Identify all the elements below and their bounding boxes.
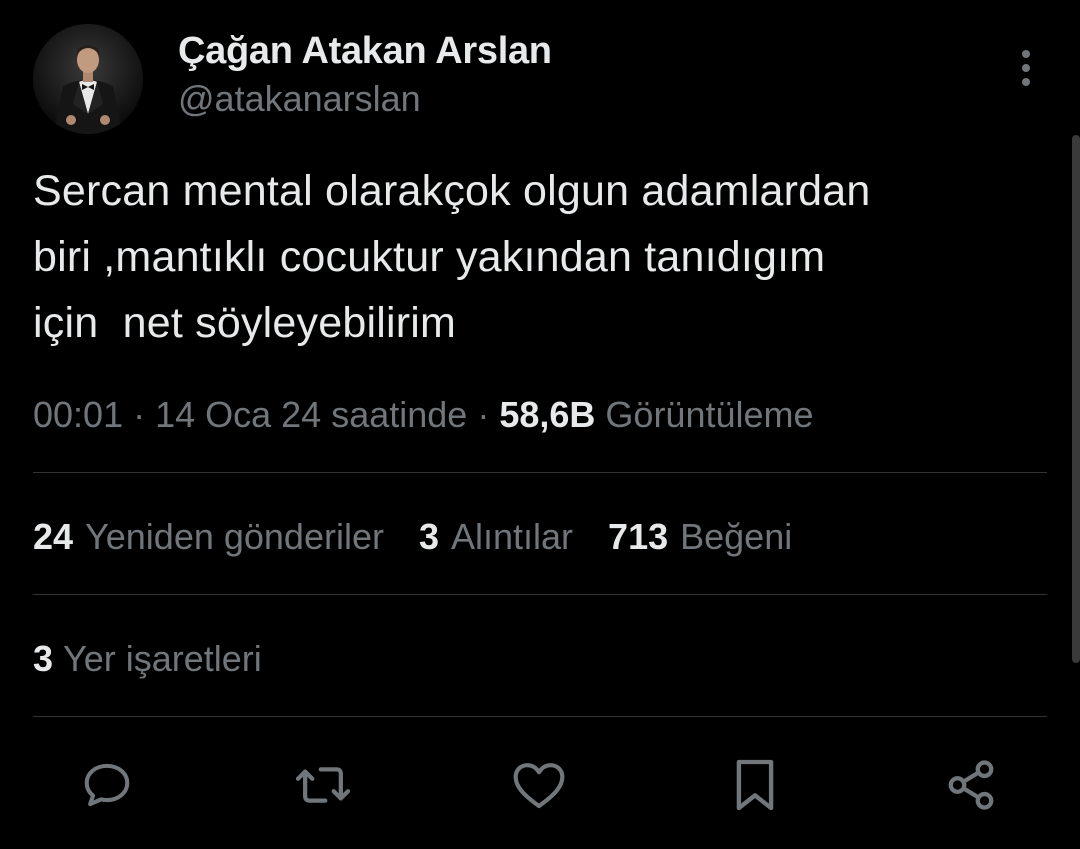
bookmarks-count: 3 bbox=[33, 638, 54, 679]
likes-label: Beğeni bbox=[680, 516, 793, 557]
divider bbox=[33, 716, 1047, 717]
quotes-count: 3 bbox=[418, 516, 439, 557]
user-info: Çağan Atakan Arslan @atakanarslan bbox=[178, 26, 552, 122]
reply-button[interactable] bbox=[74, 752, 140, 818]
bookmarks-label: Yer işaretleri bbox=[63, 638, 262, 679]
like-icon bbox=[513, 763, 565, 809]
tweet-date[interactable]: 14 Oca 24 saatinde bbox=[155, 394, 467, 435]
scrollbar[interactable] bbox=[1072, 135, 1080, 663]
quotes-label: Alıntılar bbox=[451, 516, 574, 557]
views-label: Görüntüleme bbox=[605, 394, 814, 435]
tweet-text: Sercan mental olarakçok olgun adamlardan… bbox=[33, 167, 871, 347]
quotes-stat[interactable]: 3 Alıntılar bbox=[419, 512, 573, 562]
meta-separator: · bbox=[467, 394, 500, 435]
display-name[interactable]: Çağan Atakan Arslan bbox=[178, 26, 552, 76]
retweet-icon bbox=[295, 767, 351, 803]
action-bar bbox=[0, 752, 1080, 818]
more-options-button[interactable] bbox=[1009, 46, 1043, 90]
bookmarks-stat[interactable]: 3 Yer işaretleri bbox=[33, 634, 262, 684]
retweets-stat[interactable]: 24 Yeniden gönderiler bbox=[33, 512, 384, 562]
avatar[interactable] bbox=[33, 24, 143, 134]
divider bbox=[33, 594, 1047, 595]
bookmark-button[interactable] bbox=[722, 752, 788, 818]
share-icon bbox=[948, 760, 994, 810]
divider bbox=[33, 472, 1047, 473]
share-button[interactable] bbox=[938, 752, 1004, 818]
tweet-time[interactable]: 00:01 bbox=[33, 394, 123, 435]
retweets-count: 24 bbox=[33, 516, 74, 557]
retweet-button[interactable] bbox=[290, 752, 356, 818]
engagement-stats: 24 Yeniden gönderiler 3 Alıntılar 713 Be… bbox=[33, 512, 827, 562]
user-handle[interactable]: @atakanarslan bbox=[178, 76, 552, 122]
tweet-meta: 00:01 · 14 Oca 24 saatinde · 58,6B Görün… bbox=[33, 390, 814, 440]
retweets-label: Yeniden gönderiler bbox=[85, 516, 384, 557]
bookmark-icon bbox=[736, 759, 774, 811]
like-button[interactable] bbox=[506, 752, 572, 818]
likes-stat[interactable]: 713 Beğeni bbox=[608, 512, 792, 562]
meta-separator: · bbox=[123, 394, 156, 435]
tweet-header: Çağan Atakan Arslan @atakanarslan bbox=[33, 24, 1043, 134]
reply-icon bbox=[84, 763, 130, 807]
views-count: 58,6B bbox=[499, 394, 596, 435]
avatar-image bbox=[33, 24, 143, 134]
more-vertical-icon bbox=[1022, 50, 1030, 86]
likes-count: 713 bbox=[608, 516, 669, 557]
